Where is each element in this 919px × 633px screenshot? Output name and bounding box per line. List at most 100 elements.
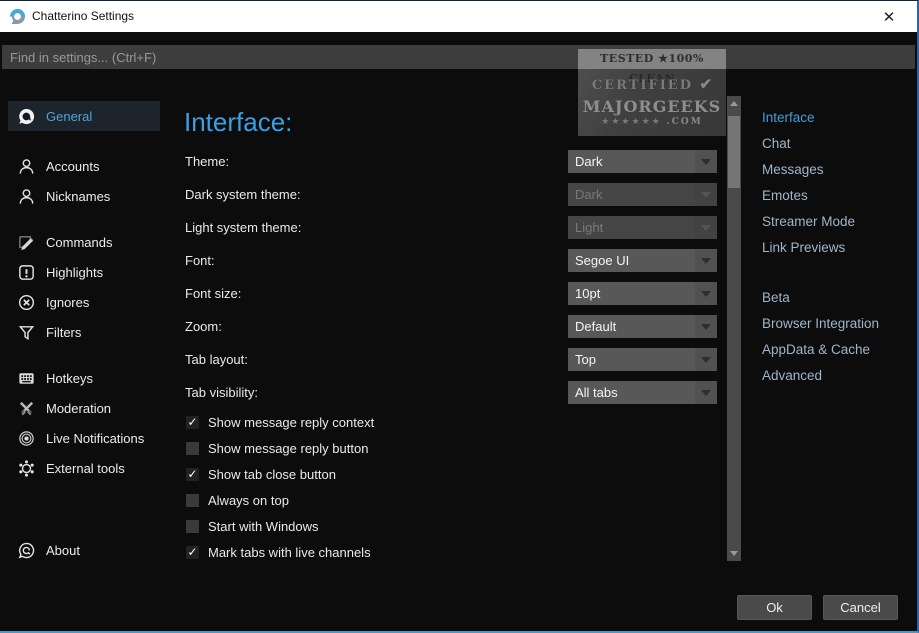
chevron-down-icon [695,315,717,338]
field-label: Font size: [185,282,485,305]
gear-nodes-icon [16,458,36,478]
checkbox-label: Start with Windows [208,519,319,534]
quick-nav-link-interface[interactable]: Interface [762,109,815,127]
sidebar-item-external-tools[interactable]: External tools [8,453,160,483]
close-button[interactable]: ✕ [869,1,909,32]
sidebar-item-general[interactable]: General [8,101,160,131]
checkbox-label: Mark tabs with live channels [208,545,371,560]
quick-nav-link-emotes[interactable]: Emotes [762,187,808,205]
checkbox-icon[interactable] [186,442,199,455]
sidebar-item-label: Ignores [46,295,89,310]
sidebar-item-label: About [46,543,80,558]
watermark-check-icon: ✔ [700,75,713,93]
quick-nav-link-advanced[interactable]: Advanced [762,367,822,385]
exclamation-icon [16,262,36,282]
dropdown-selected-value: Dark [575,154,602,169]
checkbox-label: Show message reply button [208,441,368,456]
concentric-rings-icon [16,428,36,448]
tab-layout-dropdown[interactable]: Top [568,348,717,371]
theme-dropdown[interactable]: Dark [568,150,717,173]
sidebar-item-nicknames[interactable]: Nicknames [8,181,160,211]
titlebar[interactable]: Chatterino Settings ✕ [0,1,917,32]
checkbox-row-start-with-windows[interactable]: Start with Windows [186,518,319,534]
field-label: Theme: [185,150,485,173]
page-title: Interface: [184,107,292,138]
chevron-down-icon [695,348,717,371]
circle-x-icon [16,292,36,312]
quick-nav-link-streamer-mode[interactable]: Streamer Mode [762,213,855,231]
sidebar-item-ignores[interactable]: Ignores [8,287,160,317]
checkbox-icon[interactable]: ✓ [186,546,199,559]
watermark-line1: TESTED ★100% CLEAN [578,49,726,69]
chevron-down-icon [695,183,717,206]
content-scrollbar[interactable] [727,96,741,561]
scroll-up-icon[interactable] [727,96,741,111]
checkbox-label: Show message reply context [208,415,374,430]
window-title: Chatterino Settings [32,9,134,23]
sidebar-item-label: Highlights [46,265,103,280]
sidebar-item-label: Accounts [46,159,99,174]
sidebar-item-accounts[interactable]: Accounts [8,151,160,181]
field-label: Light system theme: [185,216,485,239]
watermark-stars: ★★★★★★ [601,117,661,127]
dropdown-selected-value: Dark [575,187,602,202]
quick-nav-link-appdata-cache[interactable]: AppData & Cache [762,341,870,359]
checkbox-icon[interactable] [186,520,199,533]
chevron-down-icon [695,216,717,239]
field-label: Dark system theme: [185,183,485,206]
checkbox-icon[interactable]: ✓ [186,468,199,481]
sidebar-item-label: Commands [46,235,112,250]
checkbox-row-show-message-reply-context[interactable]: ✓ Show message reply context [186,414,374,430]
field-label: Tab layout: [185,348,485,371]
dark-system-theme-dropdown: Dark [568,183,717,206]
checkbox-icon[interactable] [186,494,199,507]
crossed-swords-icon [16,398,36,418]
watermark-majorgeeks: MAJORGEEKS [578,97,726,116]
search-input[interactable] [2,45,915,69]
majorgeeks-watermark: TESTED ★100% CLEAN CERTIFIED ✔ MAJORGEEK… [578,49,726,136]
person-icon [16,186,36,206]
sidebar-item-label: External tools [46,461,125,476]
sidebar-item-live-notifications[interactable]: Live Notifications [8,423,160,453]
sidebar-item-commands[interactable]: Commands [8,227,160,257]
sidebar-item-hotkeys[interactable]: Hotkeys [8,363,160,393]
dropdown-selected-value: All tabs [575,385,618,400]
sidebar-item-about[interactable]: About [8,535,160,565]
ok-button[interactable]: Ok [737,595,812,620]
sidebar-item-label: Filters [46,325,81,340]
sidebar-item-label: Live Notifications [46,431,144,446]
dropdown-selected-value: 10pt [575,286,600,301]
checkbox-row-show-message-reply-button[interactable]: Show message reply button [186,440,368,456]
checkbox-row-always-on-top[interactable]: Always on top [186,492,289,508]
quick-nav-link-beta[interactable]: Beta [762,289,790,307]
zoom-dropdown[interactable]: Default [568,315,717,338]
sidebar-item-moderation[interactable]: Moderation [8,393,160,423]
quick-nav-link-messages[interactable]: Messages [762,161,824,179]
tab-visibility-dropdown[interactable]: All tabs [568,381,717,404]
quick-nav-link-link-previews[interactable]: Link Previews [762,239,845,257]
dropdown-selected-value: Top [575,352,596,367]
scrollbar-thumb[interactable] [728,116,740,188]
font-size-dropdown[interactable]: 10pt [568,282,717,305]
chatterino-logo-icon [16,106,36,126]
pencil-icon [16,232,36,252]
field-label: Font: [185,249,485,272]
checkbox-icon[interactable]: ✓ [186,416,199,429]
sidebar-item-label: General [46,109,92,124]
cancel-button[interactable]: Cancel [823,595,898,620]
scroll-down-icon[interactable] [727,546,741,561]
checkbox-row-mark-tabs-with-live-channels[interactable]: ✓ Mark tabs with live channels [186,544,371,560]
checkbox-label: Show tab close button [208,467,336,482]
quick-nav-link-browser-integration[interactable]: Browser Integration [762,315,879,333]
sidebar-item-highlights[interactable]: Highlights [8,257,160,287]
settings-window: Chatterino Settings ✕ General Accounts N… [0,0,919,633]
watermark-certified: CERTIFIED [592,78,693,93]
person-icon [16,156,36,176]
quick-nav-link-chat[interactable]: Chat [762,135,791,153]
sidebar-item-filters[interactable]: Filters [8,317,160,347]
light-system-theme-dropdown: Light [568,216,717,239]
checkbox-row-show-tab-close-button[interactable]: ✓ Show tab close button [186,466,336,482]
keyboard-icon [16,368,36,388]
font-dropdown[interactable]: Segoe UI [568,249,717,272]
chevron-down-icon [695,249,717,272]
